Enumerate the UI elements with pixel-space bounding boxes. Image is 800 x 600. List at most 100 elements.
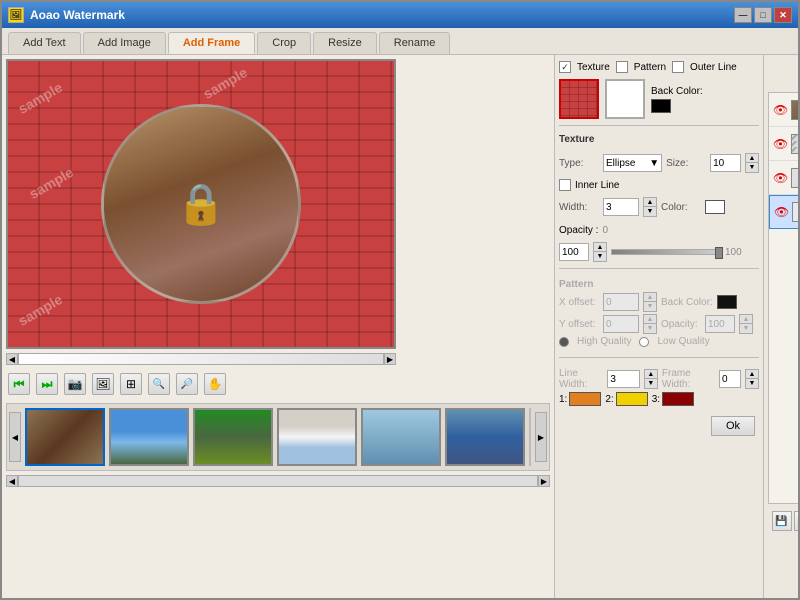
texture-type-row: Type: Ellipse ▼ Size: 10 ▲ ▼: [559, 153, 759, 173]
y-offset-value: 0: [603, 315, 639, 333]
pattern-preview[interactable]: [605, 79, 645, 119]
texture-type-dropdown[interactable]: Ellipse ▼: [603, 154, 662, 172]
thumbnail-3[interactable]: [193, 408, 273, 466]
back-color-swatch[interactable]: [651, 99, 671, 113]
close-button[interactable]: ✕: [774, 7, 792, 23]
first-frame-btn[interactable]: ⏮: [8, 373, 30, 395]
thumbnail-4[interactable]: [277, 408, 357, 466]
layer-2[interactable]: 👁 Texture: [769, 127, 798, 161]
inner-width-value[interactable]: 3: [603, 198, 639, 216]
size-value[interactable]: 10: [710, 154, 741, 172]
opacity-down[interactable]: ▼: [594, 252, 606, 261]
x-offset-value: 0: [603, 293, 639, 311]
color3-item: 3:: [652, 392, 694, 406]
line-width-down[interactable]: ▼: [645, 379, 657, 388]
zoom-out-btn[interactable]: 🔎: [176, 373, 198, 395]
thumb-scroll-left[interactable]: ◀: [9, 412, 21, 462]
slider-thumb[interactable]: [715, 247, 723, 259]
ok-button[interactable]: Ok: [711, 416, 755, 436]
thumbnail-6[interactable]: [445, 408, 525, 466]
outer-line-checkbox-label: Outer Line: [690, 62, 737, 73]
opacity-up[interactable]: ▲: [594, 243, 606, 252]
tab-resize[interactable]: Resize: [313, 32, 377, 54]
layer-1[interactable]: 👁 🖼: [769, 93, 798, 127]
layer-2-eye[interactable]: 👁: [773, 137, 787, 151]
outer-line-section: Line Width: 3 ▲ ▼ Frame Width: 0 ▲ ▼: [559, 364, 759, 410]
add-image-btn[interactable]: 📷: [64, 373, 86, 395]
opacity-value[interactable]: 100: [559, 243, 589, 261]
layer-2-thumb: [791, 134, 798, 154]
frame-width-spinner[interactable]: ▲ ▼: [745, 369, 759, 389]
size-spinner: ▲ ▼: [745, 153, 759, 173]
next-frame-btn[interactable]: ⏭: [36, 373, 58, 395]
tab-crop[interactable]: Crop: [257, 32, 311, 54]
layer-tool-open[interactable]: 📂: [794, 511, 799, 531]
inner-width-down[interactable]: ▼: [644, 207, 656, 216]
thumbnail-1[interactable]: [25, 408, 105, 466]
size-up[interactable]: ▲: [746, 154, 758, 163]
back-color-row: Back Color:: [559, 79, 759, 119]
layer-1-eye[interactable]: 👁: [773, 103, 787, 117]
opacity-slider-row: 100 ▲ ▼ 100: [559, 242, 759, 262]
y-offset-label: Y offset:: [559, 319, 599, 330]
back-color-p-label: Back Color:: [661, 297, 713, 308]
scroll-right-btn[interactable]: ▶: [384, 353, 396, 365]
maximize-button[interactable]: □: [754, 7, 772, 23]
layer-1-thumb: [791, 100, 798, 120]
layer-3[interactable]: 👁 ⊡ 426x260 --> 340x208: [769, 161, 798, 195]
lock-overlay: 🔒: [176, 181, 226, 228]
color3-swatch[interactable]: [662, 392, 694, 406]
tab-rename[interactable]: Rename: [379, 32, 451, 54]
texture-preview[interactable]: [559, 79, 599, 119]
line-width-value[interactable]: 3: [607, 370, 640, 388]
pattern-y-row: Y offset: 0 ▲ ▼ Opacity: 100 ▲ ▼: [559, 314, 759, 334]
inner-line-color[interactable]: [705, 200, 725, 214]
hand-tool-btn[interactable]: ✋: [204, 373, 226, 395]
thumb-empty-area: [529, 408, 531, 466]
texture-checkbox[interactable]: [559, 61, 571, 73]
opacity-slider[interactable]: [611, 249, 721, 255]
bottom-scroll-right[interactable]: ▶: [538, 475, 550, 487]
dropdown-arrow: ▼: [649, 158, 659, 169]
frame-width-down[interactable]: ▼: [746, 379, 758, 388]
layer-4-eye[interactable]: 👁: [774, 205, 788, 219]
tab-add-frame[interactable]: Add Frame: [168, 32, 255, 54]
inner-line-checkbox[interactable]: [559, 179, 571, 191]
size-down[interactable]: ▼: [746, 163, 758, 172]
h-scrollbar[interactable]: [18, 353, 384, 365]
bottom-scroll-left[interactable]: ◀: [6, 475, 18, 487]
grid-btn[interactable]: ⊞: [120, 373, 142, 395]
layer-4[interactable]: 👁 T sample: [769, 195, 798, 229]
pattern-checkbox[interactable]: [616, 61, 628, 73]
outer-line-checkbox[interactable]: [672, 61, 684, 73]
scroll-left-btn[interactable]: ◀: [6, 353, 18, 365]
tab-add-image[interactable]: Add Image: [83, 32, 166, 54]
remove-image-btn[interactable]: 🖼: [92, 373, 114, 395]
main-window: 🖼 Aoao Watermark — □ ✕ Add Text Add Imag…: [0, 0, 800, 600]
line-width-up[interactable]: ▲: [645, 370, 657, 379]
layer-tool-save[interactable]: 💾: [772, 511, 792, 531]
outer-line-widths: Line Width: 3 ▲ ▼ Frame Width: 0 ▲ ▼: [559, 368, 759, 390]
tab-add-text[interactable]: Add Text: [8, 32, 81, 54]
inner-width-up[interactable]: ▲: [644, 198, 656, 207]
top-tool-row: 🖨: [768, 59, 798, 89]
thumbnails-row: ◀ ▶: [6, 403, 550, 471]
frame-width-value[interactable]: 0: [719, 370, 741, 388]
color-label: Color:: [661, 202, 701, 213]
title-bar: 🖼 Aoao Watermark — □ ✕: [2, 2, 798, 28]
quality-radio-row: High Quality Low Quality: [559, 336, 759, 347]
color2-swatch[interactable]: [616, 392, 648, 406]
color1-swatch[interactable]: [569, 392, 601, 406]
layer-3-eye[interactable]: 👁: [773, 171, 787, 185]
zoom-in-btn[interactable]: 🔍: [148, 373, 170, 395]
frame-width-up[interactable]: ▲: [746, 370, 758, 379]
texture-checkbox-label: Texture: [577, 62, 610, 73]
thumbnail-5[interactable]: [361, 408, 441, 466]
thumbnail-2[interactable]: [109, 408, 189, 466]
playback-controls: ⏮ ⏭ 📷 🖼 ⊞ 🔍 🔎 ✋: [6, 369, 550, 399]
y-offset-number: 0: [606, 319, 612, 330]
bottom-scrollbar[interactable]: [18, 475, 538, 487]
thumb-scroll-right[interactable]: ▶: [535, 412, 547, 462]
minimize-button[interactable]: —: [734, 7, 752, 23]
line-width-spinner[interactable]: ▲ ▼: [644, 369, 658, 389]
